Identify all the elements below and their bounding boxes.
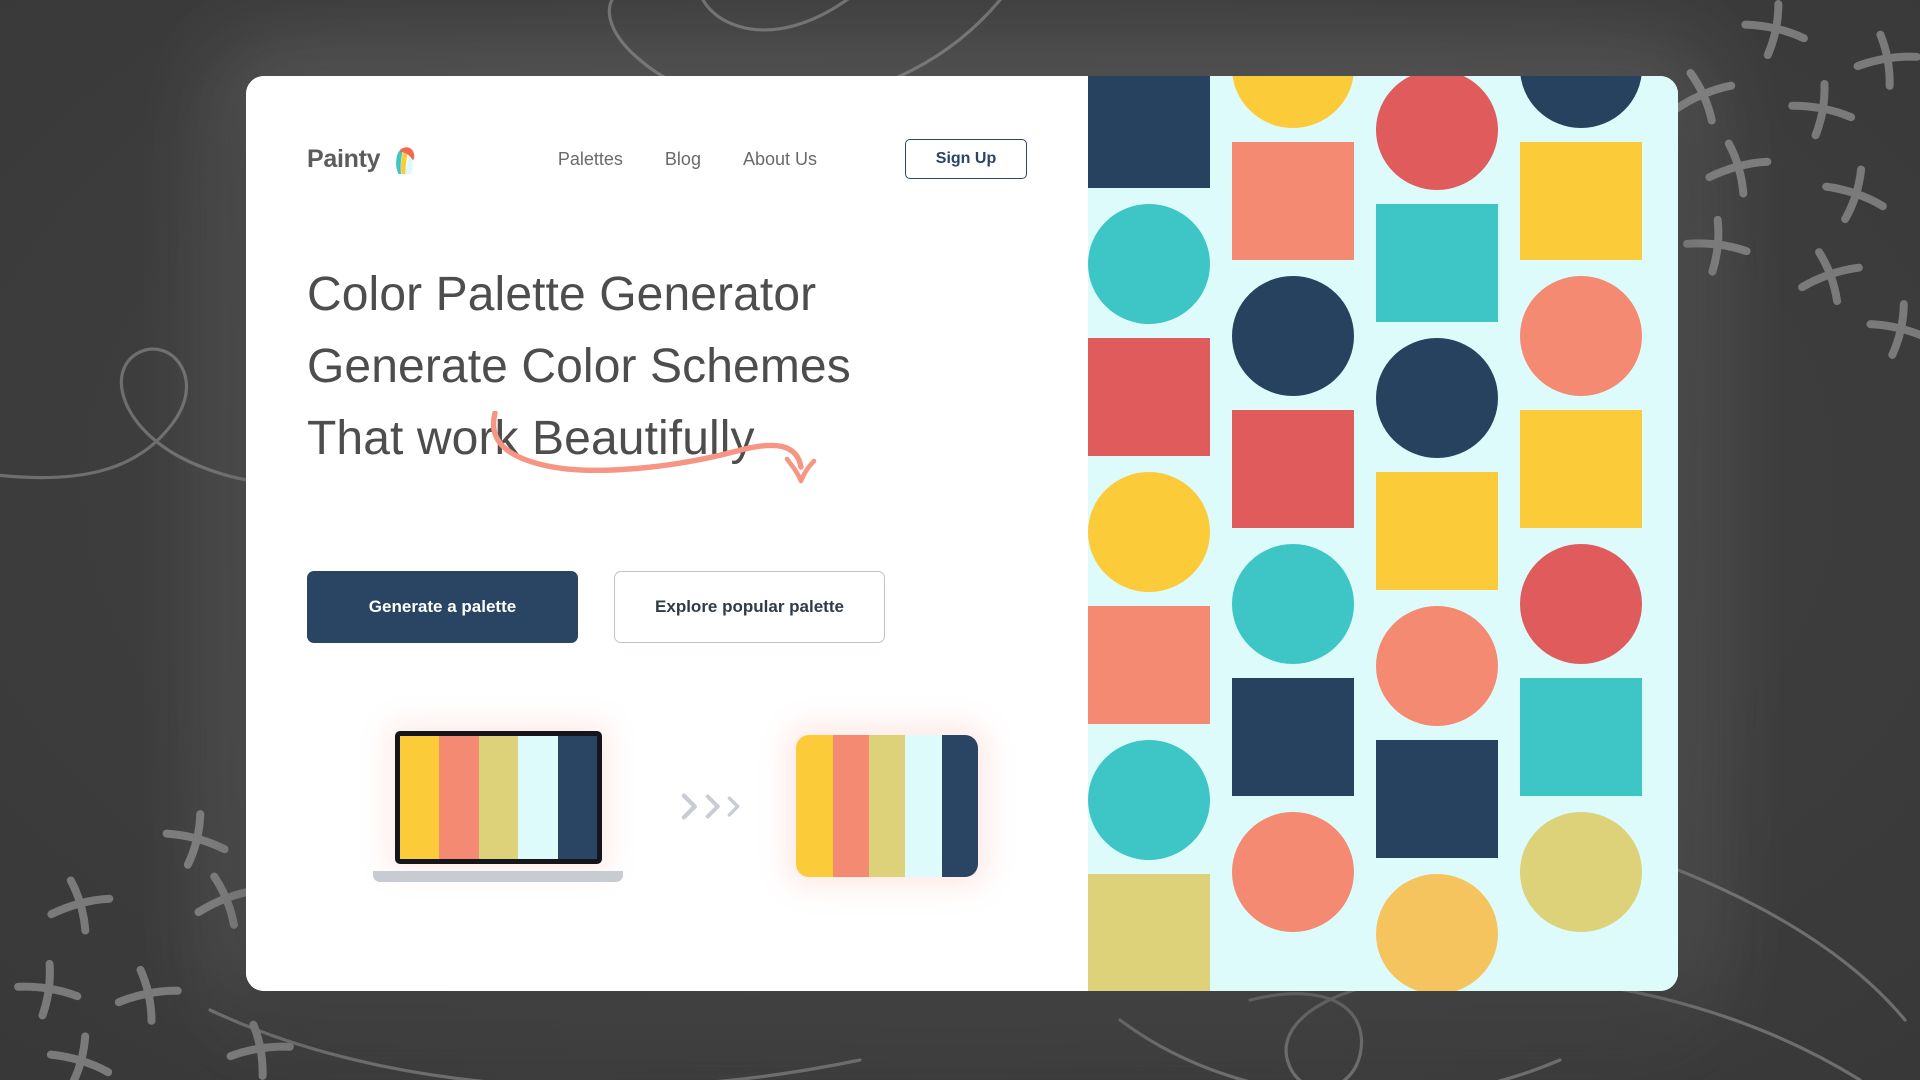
palette-swatch-yellow	[400, 736, 440, 859]
headline-line-2: Generate Color Schemes	[307, 340, 851, 393]
app-window: Painty Palettes Blog About Us Sign Up Co…	[246, 76, 1678, 991]
brand-name: Painty	[307, 144, 381, 173]
pattern-square-navy	[1232, 678, 1354, 796]
palette-swatch-salmon	[832, 735, 870, 877]
pattern-circle-salmon	[1232, 812, 1354, 932]
pattern-square-teal	[1376, 204, 1498, 322]
site-header: Painty Palettes Blog About Us Sign Up	[307, 136, 1027, 182]
pattern-circle-teal	[1088, 740, 1210, 860]
pattern-circle-red	[1520, 544, 1642, 664]
chevron-right-icon	[705, 794, 720, 818]
pattern-circle-salmon	[1376, 606, 1498, 726]
pattern-square-red	[1232, 410, 1354, 528]
nav-link-palettes[interactable]: Palettes	[558, 149, 623, 170]
palette-swatch-pale-cyan	[518, 736, 558, 859]
page-title: Color Palette Generator Generate Color S…	[307, 259, 1037, 484]
decorative-pattern-panel	[1088, 76, 1678, 991]
pattern-circle-navy	[1232, 276, 1354, 396]
pattern-square-salmon	[1088, 606, 1210, 724]
brand-logo[interactable]: Painty	[307, 143, 415, 175]
palette-card-icon[interactable]	[796, 735, 979, 877]
palette-swatch-navy	[941, 735, 979, 877]
palette-swatch-yellow	[796, 735, 833, 877]
nav-link-about-us[interactable]: About Us	[743, 149, 817, 170]
pattern-circle-salmon	[1520, 276, 1642, 396]
main-nav: Palettes Blog About Us Sign Up	[558, 139, 1027, 179]
paint-fan-icon	[396, 147, 415, 174]
signup-button[interactable]: Sign Up	[905, 139, 1027, 179]
pattern-square-navy	[1088, 76, 1210, 188]
palette-swatch-khaki	[869, 735, 906, 877]
pattern-circle-navy	[1376, 338, 1498, 458]
pattern-square-yellow	[1520, 410, 1642, 528]
pattern-circle-yellow	[1088, 472, 1210, 592]
pattern-circle-teal	[1232, 544, 1354, 664]
pattern-shapes	[1088, 76, 1678, 991]
palette-illustration	[307, 716, 1027, 896]
palette-swatch-salmon	[439, 736, 479, 859]
palette-swatch-pale-cyan	[905, 735, 942, 877]
pattern-square-teal	[1520, 678, 1642, 796]
palette-swatch-khaki	[478, 736, 519, 859]
content-pane: Painty Palettes Blog About Us Sign Up Co…	[246, 76, 1088, 991]
chevron-right-icon	[681, 793, 697, 819]
laptop-base	[373, 871, 623, 882]
pattern-square-navy	[1376, 740, 1498, 858]
laptop-screen	[395, 731, 602, 864]
headline-line-3: That work Beautifully	[307, 412, 755, 465]
generate-palette-button[interactable]: Generate a palette	[307, 571, 578, 643]
pattern-square-yellow	[1376, 472, 1498, 590]
chevron-group	[681, 793, 740, 820]
explore-popular-palette-button[interactable]: Explore popular palette	[614, 571, 885, 643]
pattern-circle-teal	[1088, 204, 1210, 324]
pattern-circle-khaki	[1520, 812, 1642, 932]
pattern-square-salmon	[1232, 142, 1354, 260]
pattern-square-red	[1088, 338, 1210, 456]
pattern-circle-amber	[1376, 874, 1498, 991]
pattern-square-khaki	[1088, 874, 1210, 991]
palette-swatch-navy	[557, 736, 597, 859]
laptop-icon	[373, 731, 623, 882]
cta-row: Generate a palette Explore popular palet…	[307, 571, 885, 643]
headline-line-1: Color Palette Generator	[307, 268, 817, 321]
nav-link-blog[interactable]: Blog	[665, 149, 701, 170]
pattern-square-yellow	[1520, 142, 1642, 260]
chevron-right-icon	[727, 795, 740, 817]
